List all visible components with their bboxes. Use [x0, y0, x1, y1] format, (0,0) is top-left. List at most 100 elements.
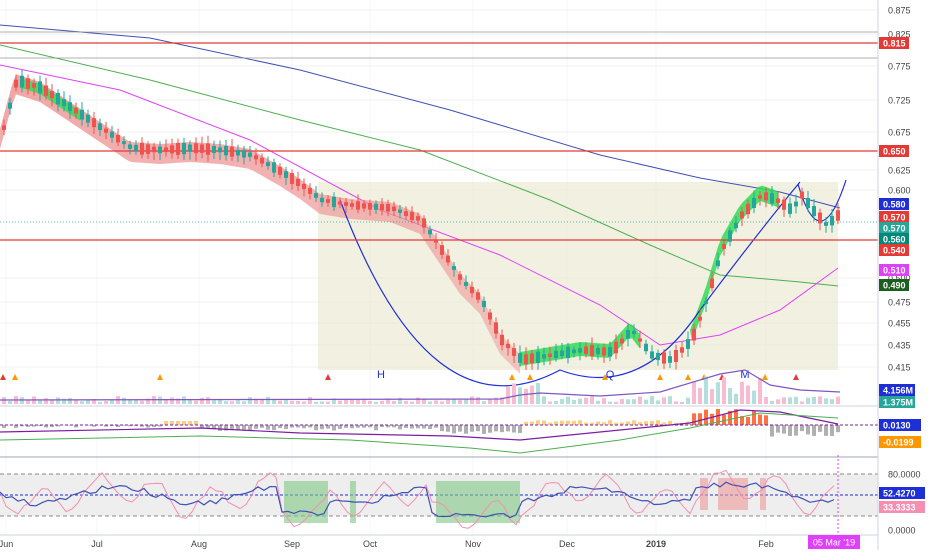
rsi-tag-label: 52.4270: [883, 489, 916, 499]
candle-body: [752, 198, 756, 208]
candle-body: [500, 335, 504, 345]
volume-bar: [692, 381, 696, 404]
time-label: Dec: [559, 539, 576, 549]
volume-bar: [308, 397, 312, 404]
volume-bar: [608, 402, 612, 404]
candle-body: [728, 230, 732, 241]
time-label: 2019: [646, 539, 666, 549]
volume-bar: [68, 398, 72, 404]
volume-bar: [686, 398, 690, 404]
candle-body: [518, 353, 522, 363]
volume-bar: [284, 400, 288, 404]
candle-body: [368, 203, 372, 209]
volume-bar: [290, 401, 294, 404]
volume-bar: [170, 397, 174, 404]
candle-body: [800, 192, 804, 199]
macd-bar: [788, 425, 792, 436]
macd-bar: [746, 417, 750, 425]
volume-bar: [698, 388, 702, 404]
volume-bar: [584, 398, 588, 404]
rsi-tick-label: 80.0000: [888, 470, 921, 480]
candle-body: [530, 353, 534, 363]
price-tick-label: 0.875: [888, 6, 911, 16]
candle-body: [416, 216, 420, 220]
candle-body: [218, 147, 222, 152]
price-tick-label: 0.675: [888, 128, 911, 138]
macd-bar: [440, 425, 444, 431]
candle-body: [506, 344, 510, 348]
candle-body: [176, 143, 180, 155]
macd-bar: [182, 421, 186, 425]
candle-body: [836, 210, 840, 221]
candle-body: [512, 348, 516, 356]
candle-body: [296, 179, 300, 186]
macd-bar: [272, 425, 276, 430]
candle-body: [254, 155, 258, 159]
macd-bar: [266, 425, 270, 430]
price-tag-label: 0.580: [883, 200, 906, 210]
candle-body: [452, 266, 456, 270]
volume-bar: [650, 396, 654, 404]
price-chart[interactable]: HQM 0.8750.8250.7750.7250.6750.6250.6000…: [0, 0, 932, 550]
candle-body: [380, 204, 384, 210]
candle-body: [656, 353, 660, 360]
volume-bar: [614, 402, 618, 404]
volume-bar: [50, 400, 54, 404]
candle-body: [374, 204, 378, 210]
volume-bar: [674, 401, 678, 404]
macd-tag-label: -0.0199: [883, 438, 914, 448]
price-tick-label: 0.725: [888, 96, 911, 106]
volume-bar: [248, 397, 252, 404]
volume-bar: [632, 399, 636, 404]
macd-bar: [830, 425, 834, 436]
volume-bar: [638, 397, 642, 404]
volume-bar: [578, 399, 582, 404]
candle-body: [14, 80, 18, 88]
candle-body: [476, 292, 480, 299]
macd-bar: [494, 425, 498, 431]
price-tag-label: 0.540: [883, 246, 906, 256]
candle-body: [614, 342, 618, 354]
volume-bar: [194, 401, 198, 404]
price-tick-label: 0.775: [888, 62, 911, 72]
volume-bar: [758, 378, 762, 404]
volume-bar: [710, 389, 714, 404]
chart-canvas[interactable]: HQM 0.8750.8250.7750.7250.6750.6250.6000…: [0, 0, 932, 550]
volume-bar: [830, 399, 834, 404]
candle-body: [824, 222, 828, 226]
price-tick-label: 0.600: [888, 186, 911, 196]
volume-bar: [230, 401, 234, 404]
volume-bar: [104, 401, 108, 404]
candle-body: [158, 146, 162, 153]
volume-bar: [668, 396, 672, 404]
candle-body: [782, 200, 786, 210]
candle-body: [548, 354, 552, 358]
candle-body: [536, 352, 540, 363]
macd-bar: [692, 413, 696, 425]
macd-bar: [410, 425, 414, 429]
candle-body: [788, 203, 792, 213]
candle-body: [482, 301, 486, 307]
volume-bar: [140, 401, 144, 404]
candle-body: [398, 210, 402, 213]
volume-bar: [662, 397, 666, 404]
candle-body: [356, 201, 360, 209]
volume-bar: [728, 388, 732, 404]
candle-body: [188, 145, 192, 152]
candle-body: [8, 103, 12, 109]
volume-bar: [8, 401, 12, 404]
volume-bar: [122, 398, 126, 404]
candle-body: [302, 184, 306, 189]
macd-bar: [824, 425, 828, 436]
volume-bar: [260, 400, 264, 404]
candle-body: [224, 146, 228, 155]
volume-bar: [380, 401, 384, 404]
macd-bar: [806, 425, 810, 434]
volume-bar: [422, 399, 426, 404]
price-tag-label: 0.490: [883, 281, 906, 291]
candle-body: [608, 347, 612, 356]
candle-body: [284, 171, 288, 178]
volume-bar: [266, 397, 270, 404]
volume-bar: [44, 398, 48, 404]
macd-bar: [422, 425, 426, 428]
